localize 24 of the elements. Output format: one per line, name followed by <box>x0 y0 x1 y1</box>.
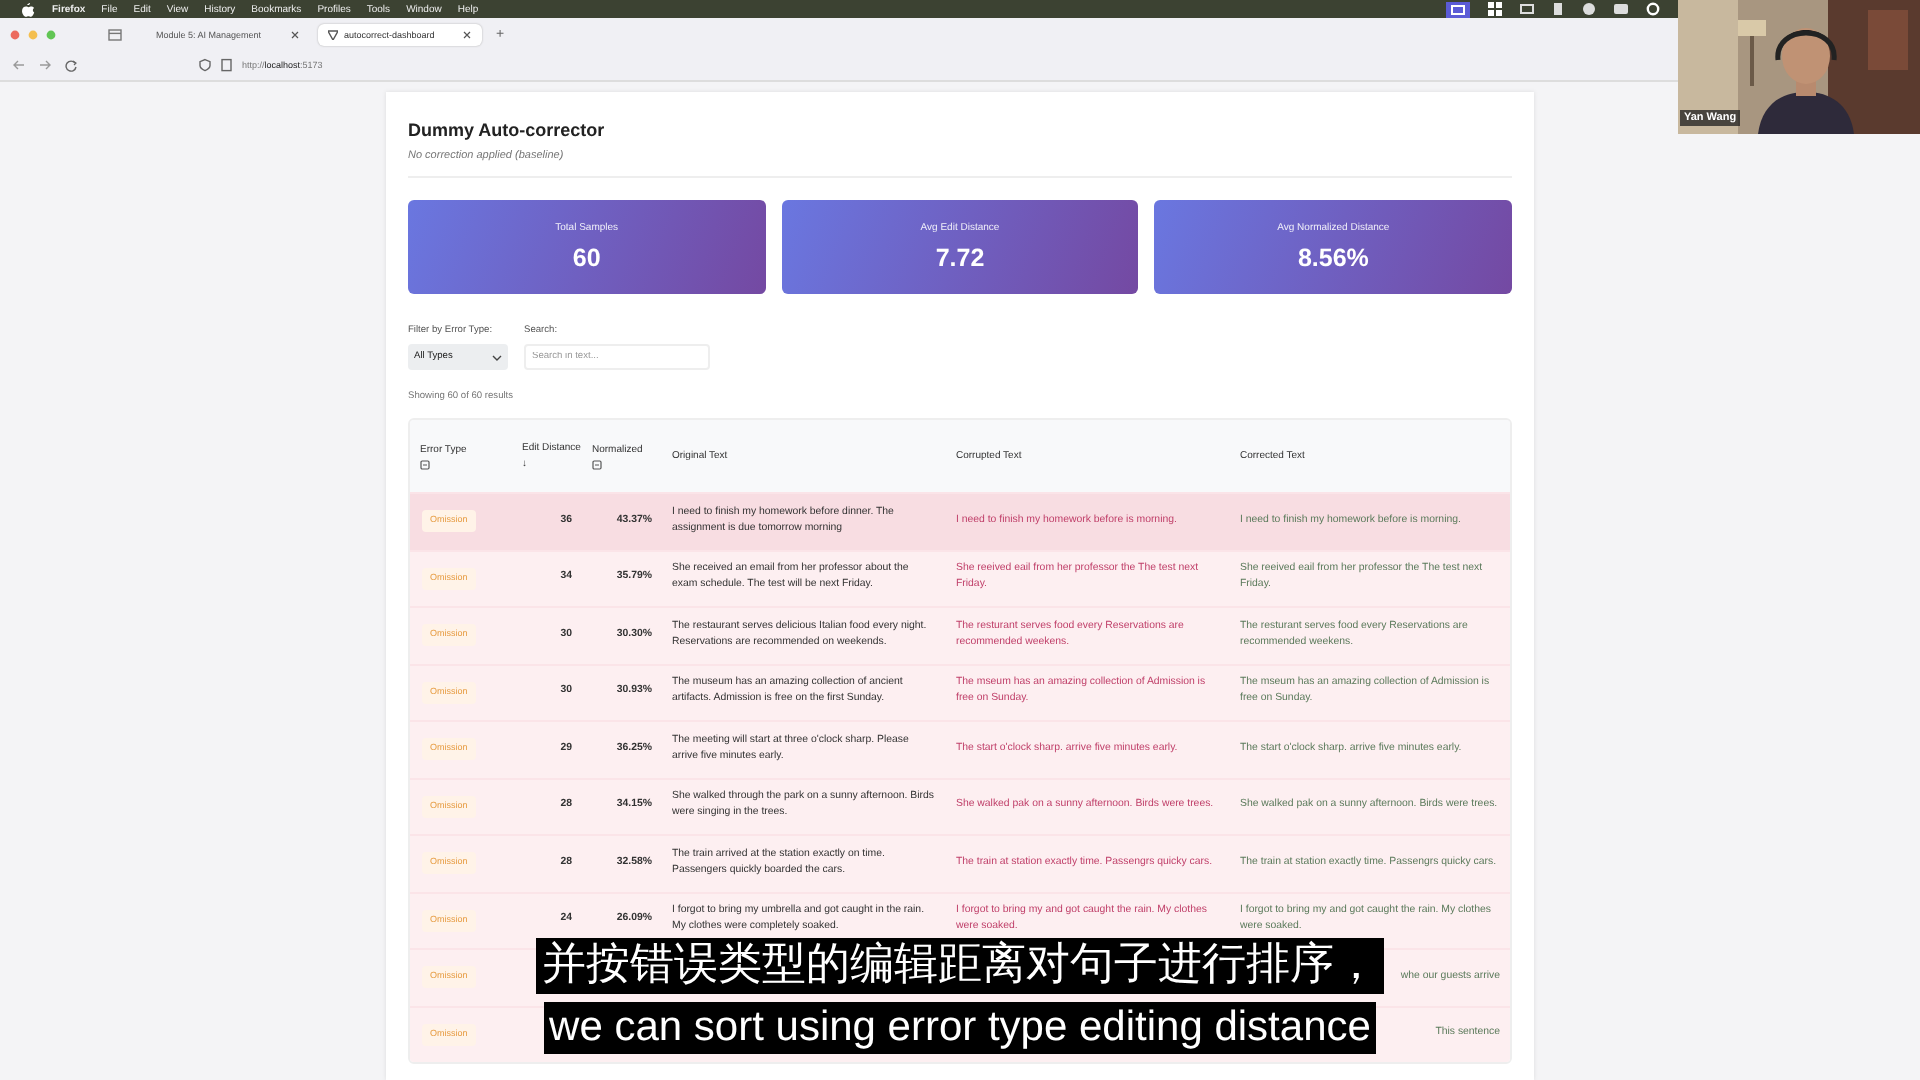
stat-value: 7.72 <box>935 244 985 272</box>
apple-logo-icon[interactable] <box>20 1 36 17</box>
settings-icon[interactable] <box>1646 2 1660 16</box>
sort-toggle-icon[interactable] <box>592 459 602 469</box>
circle-icon[interactable] <box>1582 2 1596 16</box>
stat-value: 60 <box>572 244 601 272</box>
close-icon[interactable] <box>462 29 472 39</box>
display-icon[interactable] <box>1614 2 1628 16</box>
subtitle-caption: 并按错误类型的编辑距离对句子进行排序， <box>536 938 1384 994</box>
close-icon[interactable] <box>290 29 300 39</box>
screen-share-icon[interactable] <box>1446 1 1470 17</box>
triangle-logo-icon <box>328 29 338 39</box>
tabs-icon[interactable] <box>108 27 122 41</box>
stat-value: 8.56% <box>1297 244 1369 272</box>
shield-icon[interactable] <box>198 58 212 72</box>
page-icon[interactable] <box>220 58 234 72</box>
window-icon[interactable] <box>1520 2 1534 16</box>
reload-icon[interactable] <box>64 58 78 72</box>
chevron-down-icon <box>492 353 502 361</box>
battery-icon[interactable] <box>1552 2 1564 16</box>
page-title: Dummy Auto-corrector <box>408 120 607 140</box>
sort-toggle-icon[interactable] <box>420 459 430 469</box>
subtitle-caption: we can sort using error type editing distance <box>543 1002 1377 1054</box>
grid-icon[interactable] <box>1488 2 1502 16</box>
